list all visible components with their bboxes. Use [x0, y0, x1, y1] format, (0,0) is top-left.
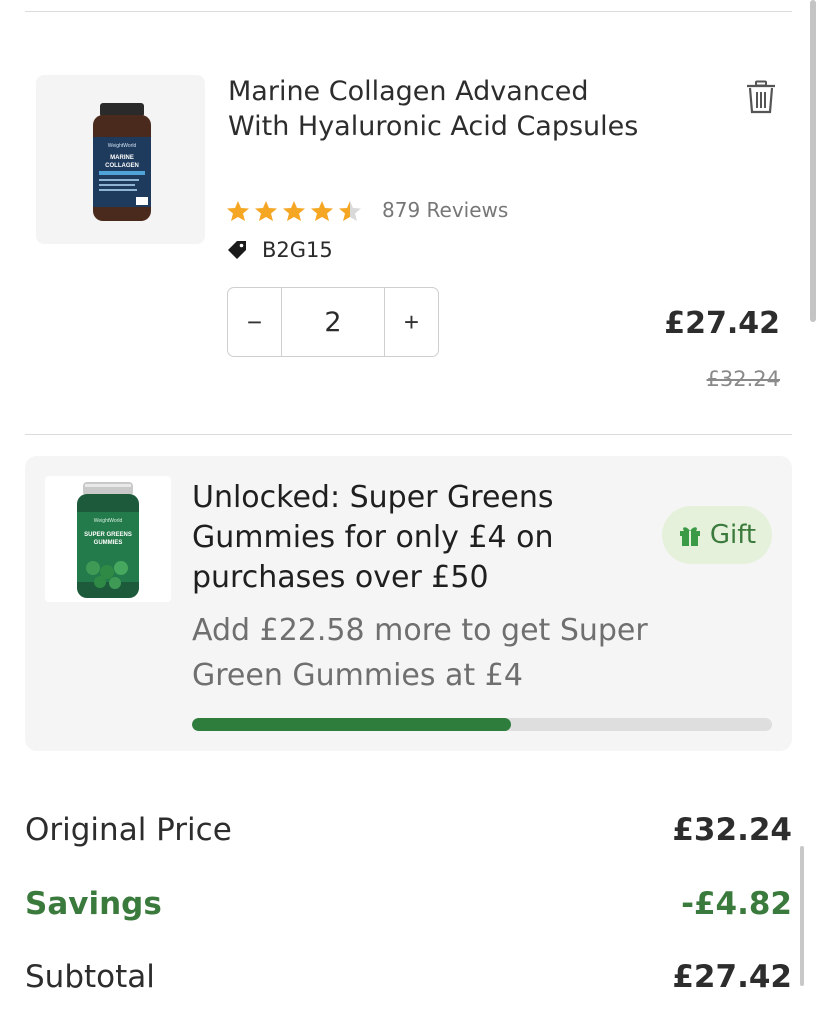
subtotal-value: £27.42 — [672, 959, 792, 995]
subtotal-label: Subtotal — [25, 959, 155, 995]
half-star-icon — [339, 201, 361, 221]
original-price-value: £32.24 — [672, 812, 792, 848]
gift-offer-panel: WeightWorld SUPER GREENS GUMMIES Unlocke… — [25, 456, 792, 751]
original-price-label: Original Price — [25, 812, 232, 848]
gummies-jar-image: WeightWorld SUPER GREENS GUMMIES — [77, 482, 139, 598]
collagen-bottle-image: WeightWorld MARINE COLLAGEN — [93, 103, 151, 221]
gift-badge-label: Gift — [709, 520, 757, 550]
quantity-value[interactable]: 2 — [281, 288, 385, 356]
page-scrollbar[interactable] — [810, 0, 816, 322]
gift-product-image[interactable]: WeightWorld SUPER GREENS GUMMIES — [45, 476, 171, 602]
star-icon — [227, 201, 249, 221]
summary-scrollbar[interactable] — [800, 846, 804, 986]
review-count-link[interactable]: 879 Reviews — [382, 198, 508, 222]
tag-icon — [228, 241, 246, 259]
gift-offer-message: Add £22.58 more to get Super Green Gummi… — [192, 613, 648, 693]
svg-text:COLLAGEN: COLLAGEN — [105, 163, 139, 169]
original-price-row: Original Price £32.24 — [25, 812, 792, 848]
star-icon — [311, 201, 333, 221]
rating-stars — [226, 200, 362, 222]
promo-tag: B2G15 — [226, 238, 333, 262]
gift-badge[interactable]: Gift — [662, 506, 772, 564]
remove-item-button[interactable] — [742, 78, 780, 116]
svg-text:SUPER GREENS: SUPER GREENS — [84, 532, 132, 538]
savings-value: -£4.82 — [681, 886, 792, 922]
gift-progress-fill — [192, 718, 511, 731]
top-divider — [25, 11, 792, 12]
product-title[interactable]: Marine Collagen Advanced With Hyaluronic… — [228, 74, 648, 144]
quantity-stepper: − 2 + — [227, 287, 439, 357]
item-price: £27.42 — [664, 306, 780, 341]
item-divider — [25, 434, 792, 435]
savings-label: Savings — [25, 886, 162, 922]
star-icon — [255, 201, 277, 221]
gift-progress-bar — [192, 718, 772, 731]
savings-row: Savings -£4.82 — [25, 886, 792, 922]
subtotal-row: Subtotal £27.42 — [25, 959, 792, 995]
decrease-quantity-button[interactable]: − — [228, 288, 281, 356]
svg-text:MARINE: MARINE — [110, 155, 134, 161]
trash-icon — [747, 80, 775, 114]
svg-text:GUMMIES: GUMMIES — [94, 540, 123, 546]
promo-code: B2G15 — [262, 238, 333, 262]
gift-thumb-brand: WeightWorld — [94, 518, 123, 524]
item-original-price: £32.24 — [706, 367, 780, 391]
gift-icon — [679, 527, 700, 546]
thumb-brand: WeightWorld — [108, 143, 137, 149]
product-image[interactable]: WeightWorld MARINE COLLAGEN — [36, 75, 205, 244]
gift-offer-title: Unlocked: Super Greens Gummies for only … — [192, 480, 554, 595]
star-icon — [283, 201, 305, 221]
increase-quantity-button[interactable]: + — [385, 288, 438, 356]
